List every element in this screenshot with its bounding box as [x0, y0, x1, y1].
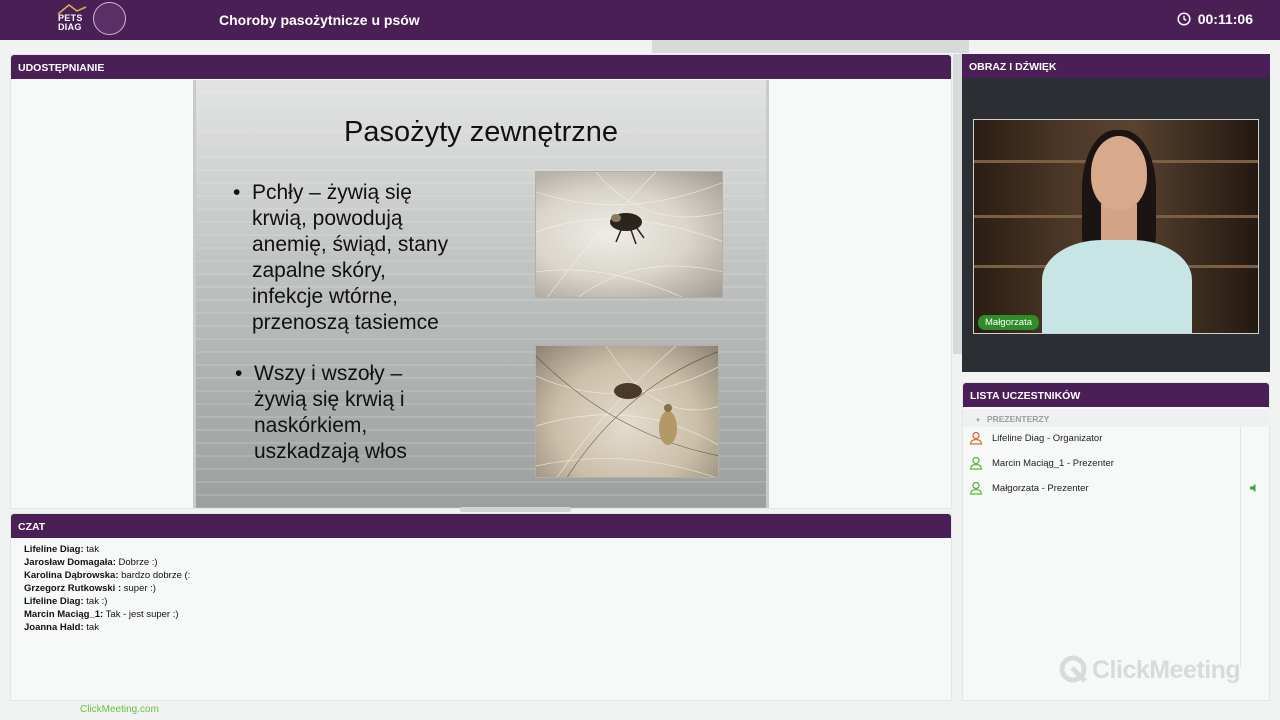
chat-message: Grzegorz Rutkowski : super :): [24, 582, 190, 595]
video-panel: OBRAZ I DŹWIĘK Małgorzata: [962, 54, 1270, 372]
speaker-icon: [1250, 484, 1256, 492]
chat-text: tak: [86, 622, 99, 633]
presenter-name-badge: Małgorzata: [978, 315, 1039, 330]
bullet-line: żywią się krwią i: [254, 388, 405, 411]
bullet-line: infekcje wtórne,: [252, 285, 398, 308]
clickmeeting-logo: ClickMeeting: [1058, 654, 1241, 686]
bullet-line: uszkadzają włos: [254, 440, 407, 463]
chat-message: Karolina Dąbrowska: bardzo dobrze (:: [24, 569, 190, 582]
presenter-user-icon: [969, 481, 983, 495]
participant-label: Marcin Maciąg_1 - Prezenter: [992, 457, 1114, 469]
sharing-scrollbar[interactable]: [953, 54, 962, 354]
participants-panel-header: LISTA UCZESTNIKÓW: [963, 383, 1269, 407]
chat-text: tak: [86, 544, 99, 555]
presenter-user-icon: [969, 456, 983, 470]
chat-author: Joanna Hald:: [24, 622, 84, 633]
flea-photo: [535, 171, 723, 298]
timer-value: 00:11:06: [1197, 11, 1253, 27]
slide-title: Pasożyty zewnętrzne: [343, 116, 618, 148]
sharing-panel-header: UDOSTĘPNIANIE: [11, 55, 951, 79]
chat-author: Lifeline Diag:: [24, 544, 84, 555]
pets-diag-logo: PETS DIAG: [55, 0, 127, 40]
bullet-dot: •: [235, 362, 243, 385]
lice-photo: [535, 345, 719, 478]
participant-row[interactable]: Lifeline Diag - Organizator: [963, 427, 1241, 449]
bullet-line: Pchły – żywią się: [252, 181, 412, 204]
clickmeeting-logo-text: ClickMeeting: [1092, 655, 1241, 684]
partner-seal-logo: [93, 2, 126, 35]
presenters-group-label: PREZENTERZY: [986, 414, 1050, 424]
chat-message: Jarosław Domagała: Dobrze :): [24, 556, 190, 569]
chat-text: bardzo dobrze (:: [121, 570, 191, 581]
chat-message: Lifeline Diag: tak: [24, 543, 190, 556]
clickmeeting-footer-link[interactable]: ClickMeeting.com: [80, 704, 159, 715]
bullet-line: naskórkiem,: [254, 414, 368, 437]
bullet-line: przenoszą tasiemce: [252, 311, 439, 334]
presenter-video[interactable]: Małgorzata: [973, 119, 1259, 334]
lice-image: [536, 346, 718, 477]
clickmeeting-logo-icon: [1059, 655, 1087, 683]
bullet-line: krwią, powodują: [252, 207, 403, 230]
video-panel-header: OBRAZ I DŹWIĘK: [962, 54, 1270, 78]
participant-row[interactable]: Małgorzata - Prezenter: [963, 477, 1241, 499]
participant-row[interactable]: Marcin Maciąg_1 - Prezenter: [963, 452, 1241, 474]
participants-column-divider: [1240, 427, 1241, 667]
chat-author: Jarosław Domagała:: [24, 557, 116, 568]
session-timer: 00:11:06: [1177, 11, 1253, 27]
collapse-triangle-icon: ▼: [975, 418, 981, 424]
bullet-line: zapalne skóry,: [252, 259, 386, 282]
chat-text: super :): [123, 583, 156, 594]
chat-text: Tak - jest super :): [105, 609, 179, 620]
webinar-title: Choroby pasożytnicze u psów: [219, 12, 420, 28]
share-panel-tab[interactable]: [652, 40, 969, 53]
slide-bullet-fleas: • Pchły – żywią się krwią, powodują anem…: [233, 180, 482, 336]
chat-text: tak :): [86, 596, 108, 607]
bullet-dot: •: [233, 181, 241, 204]
chat-author: Karolina Dąbrowska:: [24, 570, 119, 581]
flea-image: [536, 172, 722, 297]
sharing-horizontal-scrollbar[interactable]: [460, 507, 571, 512]
chat-text: Dobrze :): [118, 557, 158, 568]
bullet-line: Wszy i wszoły –: [254, 362, 403, 385]
participant-label: Lifeline Diag - Organizator: [992, 432, 1103, 444]
bullet-line: anemię, świąd, stany: [252, 233, 449, 256]
chat-author: Marcin Maciąg_1:: [24, 609, 104, 620]
chat-message-list: Lifeline Diag: tak Jarosław Domagała: Do…: [24, 543, 190, 634]
presentation-slide: Pasożyty zewnętrzne • Pchły – żywią się …: [193, 80, 769, 508]
participant-label: Małgorzata - Prezenter: [992, 482, 1089, 494]
presenters-group-header[interactable]: ▼ PREZENTERZY: [963, 409, 1270, 427]
chat-message: Lifeline Diag: tak :): [24, 595, 190, 608]
top-bar: PETS DIAG Choroby pasożytnicze u psów 00…: [0, 0, 1280, 40]
chat-message: Marcin Maciąg_1: Tak - jest super :): [24, 608, 190, 621]
chat-panel: CZAT Lifeline Diag: tak Jarosław Domagał…: [10, 513, 952, 701]
logo-text-diag: DIAG: [58, 22, 82, 32]
slide-bullet-lice: • Wszy i wszoły – żywią się krwią i nask…: [235, 361, 454, 465]
organizer-user-icon: [969, 431, 983, 445]
presenter-shirt: [1042, 240, 1192, 333]
clock-icon: [1177, 12, 1191, 26]
chat-message: Joanna Hald: tak: [24, 621, 190, 634]
presenter-face: [1091, 136, 1147, 210]
chat-panel-header: CZAT: [11, 514, 951, 538]
chat-author: Grzegorz Rutkowski :: [24, 583, 122, 594]
chat-author: Lifeline Diag:: [24, 596, 84, 607]
